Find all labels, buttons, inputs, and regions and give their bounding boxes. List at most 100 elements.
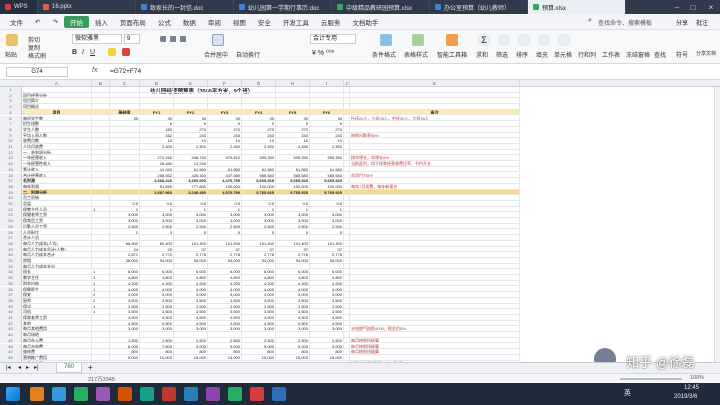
- column-header[interactable]: F: [208, 80, 242, 87]
- conditional-format-icon[interactable]: [380, 34, 392, 46]
- share-doc-button[interactable]: 分享文档: [696, 50, 716, 57]
- file-menu[interactable]: 文件: [4, 17, 29, 27]
- menu-tab[interactable]: 文档助手: [346, 17, 384, 27]
- filter-button[interactable]: 筛选: [496, 50, 508, 59]
- font-name-select[interactable]: 微软雅黑: [72, 34, 122, 44]
- undo-icon[interactable]: ↶: [29, 18, 46, 26]
- taskbar-app-icon[interactable]: [206, 387, 220, 401]
- formula-input[interactable]: =G72+F74: [110, 68, 141, 75]
- freeze-panes-button[interactable]: 冻结窗格: [626, 50, 650, 59]
- window-tab[interactable]: 中级精品教研园预算.xlsx: [332, 0, 430, 14]
- column-header[interactable]: H: [276, 80, 310, 87]
- percent-button[interactable]: ¥ % ⁰⁰⁰: [312, 49, 334, 57]
- first-sheet-icon[interactable]: |◂: [6, 364, 11, 371]
- function-icon[interactable]: fx: [92, 67, 97, 74]
- worksheet-button[interactable]: 工作表: [602, 50, 620, 59]
- window-tab[interactable]: 预算.xlsx: [528, 0, 626, 14]
- smart-tools-icon[interactable]: [446, 34, 458, 46]
- wps-home-tab[interactable]: WPS: [0, 0, 38, 14]
- taskbar-app-icon[interactable]: [162, 387, 176, 401]
- menu-tab[interactable]: 开发工具: [277, 17, 315, 27]
- add-sheet-icon[interactable]: +: [88, 363, 93, 372]
- last-sheet-icon[interactable]: ▸|: [34, 364, 39, 371]
- column-header[interactable]: I: [310, 80, 344, 87]
- sum-button[interactable]: 求和: [476, 50, 488, 59]
- ime-indicator[interactable]: 英: [624, 388, 631, 398]
- conditional-format-button[interactable]: 条件格式: [372, 50, 396, 59]
- menu-tab[interactable]: 公式: [152, 17, 177, 27]
- menu-tab[interactable]: 数据: [177, 17, 202, 27]
- column-header[interactable]: G: [242, 80, 276, 87]
- fill-color-icon[interactable]: [108, 48, 116, 56]
- taskbar-app-icon[interactable]: [74, 387, 88, 401]
- maximize-icon[interactable]: □: [686, 0, 700, 14]
- menu-tab[interactable]: 页面布局: [114, 17, 152, 27]
- taskbar-app-icon[interactable]: [272, 387, 286, 401]
- format-painter-button[interactable]: 格式刷: [28, 51, 46, 60]
- redo-icon[interactable]: ↷: [46, 18, 63, 26]
- filter-icon[interactable]: [498, 34, 510, 46]
- next-sheet-icon[interactable]: ▸: [26, 364, 29, 371]
- menu-tab[interactable]: 审阅: [202, 17, 227, 27]
- menu-tab[interactable]: 开始: [63, 15, 89, 28]
- prev-sheet-icon[interactable]: ◂: [18, 364, 21, 371]
- window-tab[interactable]: 幼儿园第一学期行事历.doc: [234, 0, 332, 14]
- column-header[interactable]: K: [350, 80, 520, 87]
- taskbar-app-icon[interactable]: [118, 387, 132, 401]
- share-button[interactable]: 分享: [676, 18, 688, 27]
- align-icon[interactable]: [160, 36, 190, 42]
- name-box[interactable]: G74: [6, 67, 68, 77]
- taskbar-app-icon[interactable]: [140, 387, 154, 401]
- table-style-button[interactable]: 表格样式: [404, 50, 428, 59]
- comment-button[interactable]: 批注: [696, 18, 708, 27]
- taskbar-app-icon[interactable]: [228, 387, 242, 401]
- fill-button[interactable]: 填充: [536, 50, 548, 59]
- menu-tab[interactable]: 视图: [227, 17, 252, 27]
- sort-icon[interactable]: [518, 34, 530, 46]
- column-header[interactable]: C: [110, 80, 140, 87]
- cells-button[interactable]: 单元格: [554, 50, 572, 59]
- sum-icon[interactable]: Σ: [478, 34, 490, 46]
- paste-button[interactable]: 粘贴: [5, 50, 17, 59]
- column-header[interactable]: E: [174, 80, 208, 87]
- taskbar-app-icon[interactable]: [96, 387, 110, 401]
- taskbar-app-icon[interactable]: [30, 387, 44, 401]
- wrap-text-button[interactable]: 自动换行: [236, 50, 260, 59]
- merge-icon[interactable]: [212, 34, 224, 46]
- window-tab[interactable]: 办公室预算（幼儿教师）: [430, 0, 528, 14]
- bold-button[interactable]: B: [72, 49, 77, 56]
- smart-tools-button[interactable]: 智能工具箱: [437, 50, 467, 59]
- font-color-icon[interactable]: [122, 48, 130, 56]
- menu-tab[interactable]: 云服务: [315, 17, 347, 27]
- taskbar-app-icon[interactable]: [52, 387, 66, 401]
- cells-icon[interactable]: [558, 34, 570, 46]
- sheet-tab-active[interactable]: 760: [56, 363, 82, 373]
- minimize-icon[interactable]: –: [670, 0, 684, 14]
- column-header[interactable]: B: [92, 80, 110, 87]
- italic-button[interactable]: I: [82, 49, 84, 56]
- underline-button[interactable]: U: [90, 49, 95, 56]
- number-format-select[interactable]: 会计专用: [310, 34, 356, 44]
- sort-button[interactable]: 排序: [516, 50, 528, 59]
- vertical-scrollbar[interactable]: [714, 87, 720, 362]
- window-tab[interactable]: 16.pptx: [38, 0, 136, 14]
- taskbar-app-icon[interactable]: [184, 387, 198, 401]
- menu-tab[interactable]: 插入: [89, 17, 114, 27]
- font-size-select[interactable]: 9: [124, 34, 140, 44]
- column-header[interactable]: A: [22, 80, 92, 87]
- find-button[interactable]: 查找: [654, 50, 666, 59]
- column-header[interactable]: D: [140, 80, 174, 87]
- paste-icon[interactable]: [6, 34, 18, 46]
- symbol-button[interactable]: 符号: [676, 50, 688, 59]
- merge-center-button[interactable]: 合并居中: [204, 50, 228, 59]
- windows-start-icon[interactable]: [6, 387, 20, 401]
- window-tab[interactable]: 致家长的一封信.doc: [136, 0, 234, 14]
- rows-columns-button[interactable]: 行和列: [578, 50, 596, 59]
- zoom-slider[interactable]: [620, 378, 682, 380]
- menu-tab[interactable]: 安全: [252, 17, 277, 27]
- spreadsheet-grid[interactable]: ABCDEFGHIJK 幼儿园经营预算表（3500平方米，9个班） 1 2 项目经营…: [0, 80, 720, 362]
- close-icon[interactable]: ×: [704, 0, 718, 14]
- taskbar-wps-icon[interactable]: [250, 387, 264, 401]
- fill-icon[interactable]: [538, 34, 550, 46]
- table-style-icon[interactable]: [412, 34, 424, 46]
